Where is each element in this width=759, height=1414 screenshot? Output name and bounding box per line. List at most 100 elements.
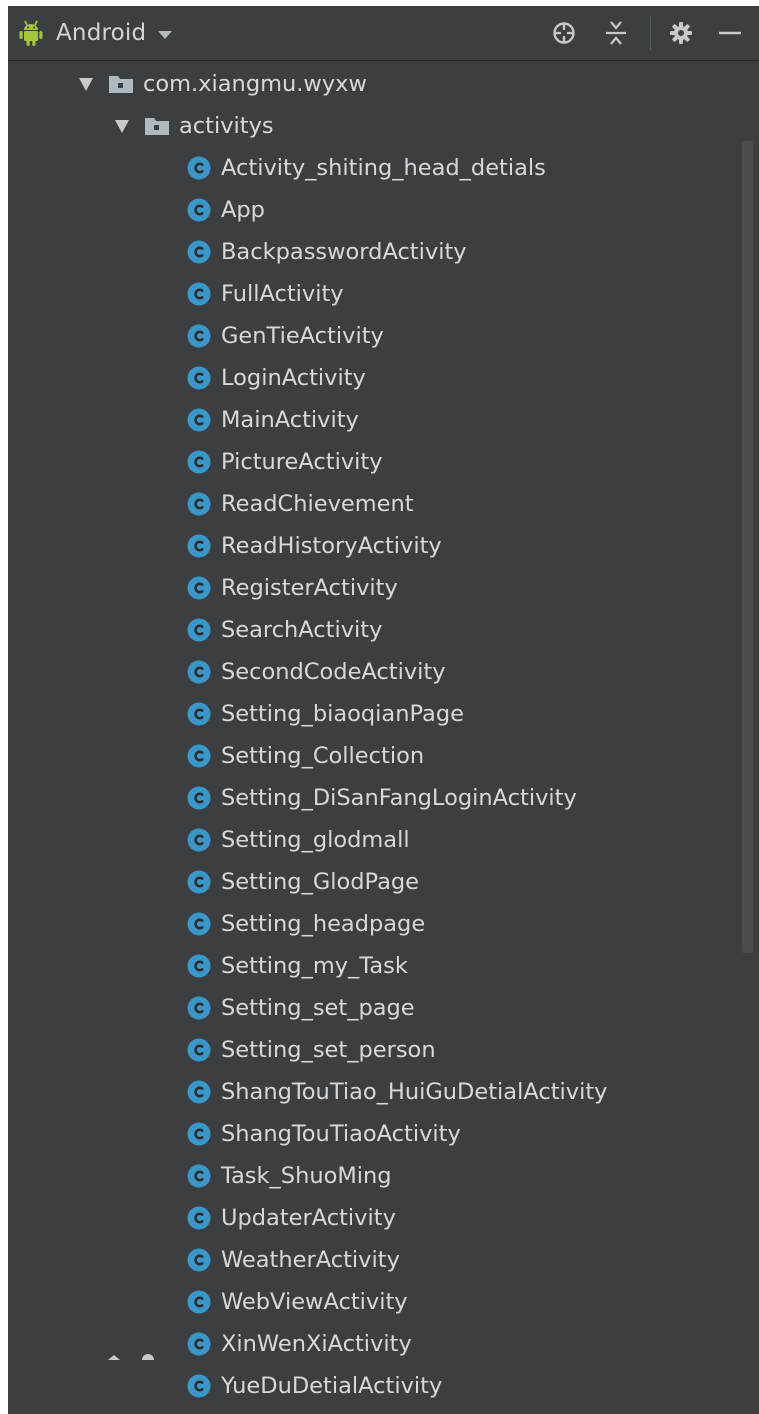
class-label: XinWenXiActivity xyxy=(221,1331,412,1357)
java-class-icon xyxy=(187,576,211,600)
view-selector-dropdown[interactable]: Android xyxy=(18,6,173,60)
class-label: Setting_my_Task xyxy=(221,953,408,979)
tree-class-row[interactable]: ShangTouTiaoActivity xyxy=(8,1113,759,1155)
java-class-icon xyxy=(187,912,211,936)
java-class-icon xyxy=(187,450,211,474)
class-label: Setting_glodmall xyxy=(221,827,410,853)
class-label: Setting_set_page xyxy=(221,995,415,1021)
tree-class-row[interactable]: SecondCodeActivity xyxy=(8,651,759,693)
class-label: ShangTouTiaoActivity xyxy=(221,1121,461,1147)
java-class-icon xyxy=(187,366,211,390)
class-label: Setting_biaoqianPage xyxy=(221,701,464,727)
class-label: ShangTouTiao_HuiGuDetialActivity xyxy=(221,1079,608,1105)
collapse-all-icon xyxy=(606,21,626,45)
minimize-icon xyxy=(719,31,741,35)
settings-button[interactable] xyxy=(667,19,695,47)
tree-class-row[interactable]: ShangTouTiao_HuiGuDetialActivity xyxy=(8,1071,759,1113)
partial-tree-row xyxy=(108,1354,154,1360)
expand-arrow-icon[interactable] xyxy=(115,119,129,133)
java-class-icon xyxy=(187,408,211,432)
java-class-icon xyxy=(187,618,211,642)
class-label: WeatherActivity xyxy=(221,1247,400,1273)
java-class-icon xyxy=(187,156,211,180)
scrollbar-thumb[interactable] xyxy=(742,141,753,953)
java-class-icon xyxy=(187,1248,211,1272)
tree-class-row[interactable]: Setting_biaoqianPage xyxy=(8,693,759,735)
tree-class-row[interactable]: Setting_set_person xyxy=(8,1029,759,1071)
gear-icon xyxy=(670,22,692,44)
folder-icon xyxy=(145,118,169,135)
tree-class-row[interactable]: App xyxy=(8,189,759,231)
crosshair-icon xyxy=(553,22,575,44)
class-label: Task_ShuoMing xyxy=(221,1163,392,1189)
tree-package-row[interactable]: com.xiangmu.wyxw xyxy=(8,63,759,105)
tree-class-row[interactable]: Setting_GlodPage xyxy=(8,861,759,903)
hide-panel-button[interactable] xyxy=(716,19,744,47)
class-label: RegisterActivity xyxy=(221,575,398,601)
class-label: BackpasswordActivity xyxy=(221,239,467,265)
class-label: App xyxy=(221,197,265,223)
tree-class-row[interactable]: UpdaterActivity xyxy=(8,1197,759,1239)
java-class-icon xyxy=(187,828,211,852)
tree-class-row[interactable]: YueDuDetialActivity xyxy=(8,1365,759,1407)
tree-class-row[interactable]: FullActivity xyxy=(8,273,759,315)
tree-class-row[interactable]: Setting_headpage xyxy=(8,903,759,945)
java-class-icon xyxy=(187,324,211,348)
java-class-icon xyxy=(187,954,211,978)
tree-class-row[interactable]: BackpasswordActivity xyxy=(8,231,759,273)
class-label: Setting_Collection xyxy=(221,743,425,769)
class-label: Setting_headpage xyxy=(221,911,426,937)
java-class-icon xyxy=(187,198,211,222)
java-class-icon xyxy=(187,870,211,894)
chevron-down-icon xyxy=(158,30,173,39)
project-toolbar: Android xyxy=(8,6,759,61)
class-label: LoginActivity xyxy=(221,365,366,391)
tree-class-row[interactable]: GenTieActivity xyxy=(8,315,759,357)
tree-class-row[interactable]: Task_ShuoMing xyxy=(8,1155,759,1197)
class-label: WebViewActivity xyxy=(221,1289,408,1315)
java-class-icon xyxy=(187,1164,211,1188)
tree-class-row[interactable]: RegisterActivity xyxy=(8,567,759,609)
java-class-icon xyxy=(187,282,211,306)
java-class-icon xyxy=(187,1374,211,1398)
expand-arrow-icon[interactable] xyxy=(79,77,93,91)
class-label: YueDuDetialActivity xyxy=(221,1373,443,1399)
tree-class-row[interactable]: SearchActivity xyxy=(8,609,759,651)
tree-class-row[interactable]: Activity_shiting_head_detials xyxy=(8,147,759,189)
class-label: PictureActivity xyxy=(221,449,383,475)
scroll-from-source-button[interactable] xyxy=(550,19,578,47)
android-icon xyxy=(19,20,43,46)
java-class-icon xyxy=(187,1290,211,1314)
view-label: Android xyxy=(56,20,147,46)
class-label: MainActivity xyxy=(221,407,359,433)
java-class-icon xyxy=(187,1038,211,1062)
vertical-scrollbar[interactable] xyxy=(742,61,759,1414)
tree-class-row[interactable]: Setting_Collection xyxy=(8,735,759,777)
tree-class-row[interactable]: WeatherActivity xyxy=(8,1239,759,1281)
tree-class-row[interactable]: Setting_DiSanFangLoginActivity xyxy=(8,777,759,819)
class-label: GenTieActivity xyxy=(221,323,384,349)
tree-class-row[interactable]: Setting_glodmall xyxy=(8,819,759,861)
java-class-icon xyxy=(187,702,211,726)
class-label: ReadHistoryActivity xyxy=(221,533,442,559)
java-class-icon xyxy=(187,240,211,264)
tree-class-row[interactable]: Setting_my_Task xyxy=(8,945,759,987)
java-class-icon xyxy=(187,1206,211,1230)
tree-class-row[interactable]: WebViewActivity xyxy=(8,1281,759,1323)
java-class-icon xyxy=(187,1332,211,1356)
collapse-all-button[interactable] xyxy=(602,19,630,47)
tree-class-row[interactable]: Setting_set_page xyxy=(8,987,759,1029)
java-class-icon xyxy=(187,534,211,558)
java-class-icon xyxy=(187,1080,211,1104)
java-class-icon xyxy=(187,786,211,810)
tree-class-row[interactable]: PictureActivity xyxy=(8,441,759,483)
class-label: Setting_set_person xyxy=(221,1037,436,1063)
tree-class-row[interactable]: ReadHistoryActivity xyxy=(8,525,759,567)
class-label: FullActivity xyxy=(221,281,344,307)
tree-class-row[interactable]: ReadChievement xyxy=(8,483,759,525)
project-tree: com.xiangmu.wyxw activitys Activity_shit… xyxy=(8,61,759,1414)
package-folder-icon xyxy=(109,76,133,93)
tree-class-row[interactable]: LoginActivity xyxy=(8,357,759,399)
tree-class-row[interactable]: MainActivity xyxy=(8,399,759,441)
tree-folder-row[interactable]: activitys xyxy=(8,105,759,147)
